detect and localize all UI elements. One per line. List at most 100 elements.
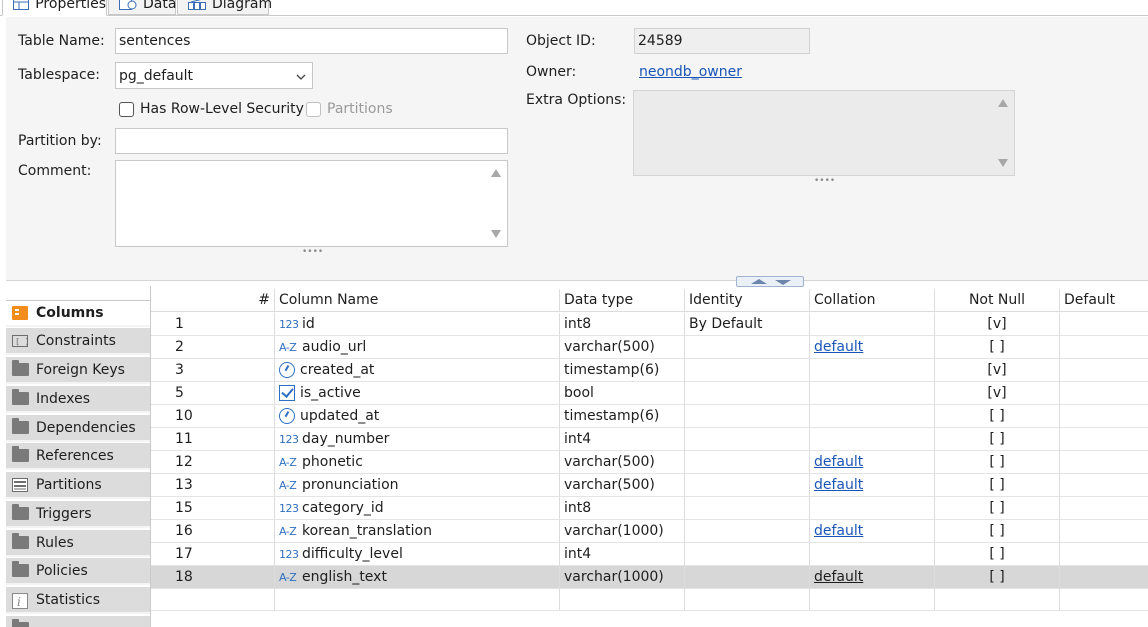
- sidebar-item-references[interactable]: References: [6, 443, 150, 470]
- column-name-cell[interactable]: created_at: [275, 359, 560, 382]
- sidebar-item-dependencies[interactable]: Dependencies: [6, 415, 150, 442]
- not-null-cell[interactable]: [ ]: [935, 520, 1060, 543]
- column-header-name[interactable]: Column Name: [275, 289, 560, 312]
- comment-textarea[interactable]: [115, 160, 508, 247]
- identity-cell[interactable]: [685, 405, 810, 428]
- column-header-default[interactable]: Default: [1060, 289, 1148, 312]
- collation-cell[interactable]: [810, 405, 935, 428]
- sidebar-item-rules[interactable]: Rules: [6, 530, 150, 557]
- default-cell[interactable]: [1060, 520, 1148, 543]
- resize-grip-icon[interactable]: ••••: [302, 247, 323, 257]
- tab-properties[interactable]: Properties: [2, 0, 107, 16]
- table-row[interactable]: 5 is_active bool [v]: [151, 382, 1148, 405]
- scroll-up-icon[interactable]: [491, 169, 501, 177]
- default-cell[interactable]: [1060, 474, 1148, 497]
- data-type-cell[interactable]: varchar(1000): [560, 566, 685, 589]
- default-cell[interactable]: [1060, 382, 1148, 405]
- owner-link[interactable]: neondb_owner: [639, 64, 742, 80]
- identity-cell[interactable]: [685, 543, 810, 566]
- not-null-cell[interactable]: [ ]: [935, 543, 1060, 566]
- collation-cell[interactable]: [810, 359, 935, 382]
- row-number-cell[interactable]: 3: [151, 359, 275, 382]
- sidebar-item-partitions[interactable]: Partitions: [6, 472, 150, 499]
- collation-link[interactable]: default: [814, 477, 863, 493]
- sidebar-item-indexes[interactable]: Indexes: [6, 386, 150, 413]
- collation-cell[interactable]: default: [810, 336, 935, 359]
- default-cell[interactable]: [1060, 497, 1148, 520]
- data-type-cell[interactable]: varchar(500): [560, 474, 685, 497]
- sidebar-item-more[interactable]: [6, 616, 150, 627]
- row-number-cell[interactable]: 11: [151, 428, 275, 451]
- identity-cell[interactable]: [685, 382, 810, 405]
- table-row[interactable]: 17 123 difficulty_level int4[ ]: [151, 543, 1148, 566]
- collation-cell[interactable]: default: [810, 566, 935, 589]
- sidebar-item-policies[interactable]: Policies: [6, 558, 150, 585]
- column-header-number[interactable]: #: [151, 289, 275, 312]
- scroll-down-icon[interactable]: [491, 230, 501, 238]
- data-type-cell[interactable]: varchar(500): [560, 451, 685, 474]
- column-name-cell[interactable]: 123 day_number: [275, 428, 560, 451]
- partition-by-input[interactable]: [115, 128, 508, 154]
- default-cell[interactable]: [1060, 405, 1148, 428]
- identity-cell[interactable]: [685, 566, 810, 589]
- column-name-cell[interactable]: 123 category_id: [275, 497, 560, 520]
- column-name-cell[interactable]: updated_at: [275, 405, 560, 428]
- data-type-cell[interactable]: varchar(1000): [560, 520, 685, 543]
- column-header-not-null[interactable]: Not Null: [935, 289, 1060, 312]
- column-name-cell[interactable]: A-Z korean_translation: [275, 520, 560, 543]
- tablespace-select[interactable]: pg_default: [115, 62, 313, 89]
- table-row[interactable]: 1 123 id int8 By Default [v]: [151, 313, 1148, 336]
- partitions-checkbox[interactable]: Partitions: [306, 101, 393, 117]
- not-null-cell[interactable]: [ ]: [935, 451, 1060, 474]
- row-number-cell[interactable]: 5: [151, 382, 275, 405]
- collation-cell[interactable]: default: [810, 520, 935, 543]
- row-number-cell[interactable]: 15: [151, 497, 275, 520]
- resize-grip-icon[interactable]: ••••: [814, 176, 835, 186]
- row-number-cell[interactable]: 2: [151, 336, 275, 359]
- data-type-cell[interactable]: int4: [560, 543, 685, 566]
- column-name-cell[interactable]: 123 id: [275, 313, 560, 336]
- data-type-cell[interactable]: timestamp(6): [560, 405, 685, 428]
- collapse-up-icon[interactable]: [751, 279, 767, 284]
- collation-link[interactable]: default: [814, 569, 863, 585]
- table-row[interactable]: 13 A-Z pronunciation varchar(500) default [ ]: [151, 474, 1148, 497]
- not-null-cell[interactable]: [ ]: [935, 566, 1060, 589]
- column-name-cell[interactable]: A-Z phonetic: [275, 451, 560, 474]
- column-header-identity[interactable]: Identity: [685, 289, 810, 312]
- not-null-cell[interactable]: [ ]: [935, 428, 1060, 451]
- column-name-cell[interactable]: A-Z audio_url: [275, 336, 560, 359]
- not-null-cell[interactable]: [v]: [935, 382, 1060, 405]
- identity-cell[interactable]: [685, 520, 810, 543]
- table-row[interactable]: 15 123 category_id int8[ ]: [151, 497, 1148, 520]
- table-row[interactable]: 12 A-Z phonetic varchar(500) default [ ]: [151, 451, 1148, 474]
- collapse-down-icon[interactable]: [775, 280, 791, 285]
- panel-splitter[interactable]: [736, 276, 804, 287]
- table-row[interactable]: 3 created_at timestamp(6) [v]: [151, 359, 1148, 382]
- default-cell[interactable]: [1060, 359, 1148, 382]
- row-number-cell[interactable]: 10: [151, 405, 275, 428]
- data-type-cell[interactable]: timestamp(6): [560, 359, 685, 382]
- data-type-cell[interactable]: bool: [560, 382, 685, 405]
- row-number-cell[interactable]: 13: [151, 474, 275, 497]
- table-row[interactable]: 18 A-Z english_text varchar(1000) default [ ]: [151, 566, 1148, 589]
- column-header-data-type[interactable]: Data type: [560, 289, 685, 312]
- not-null-cell[interactable]: [ ]: [935, 405, 1060, 428]
- collation-cell[interactable]: default: [810, 451, 935, 474]
- default-cell[interactable]: [1060, 313, 1148, 336]
- identity-cell[interactable]: [685, 336, 810, 359]
- sidebar-item-constraints[interactable]: [ ] Constraints: [6, 328, 150, 355]
- collation-link[interactable]: default: [814, 454, 863, 470]
- column-name-cell[interactable]: 123 difficulty_level: [275, 543, 560, 566]
- collation-cell[interactable]: [810, 497, 935, 520]
- collation-link[interactable]: default: [814, 523, 863, 539]
- column-name-cell[interactable]: A-Z english_text: [275, 566, 560, 589]
- collation-cell[interactable]: [810, 382, 935, 405]
- collation-link[interactable]: default: [814, 339, 863, 355]
- not-null-cell[interactable]: [ ]: [935, 336, 1060, 359]
- table-name-input[interactable]: sentences: [115, 28, 508, 54]
- row-number-cell[interactable]: 16: [151, 520, 275, 543]
- not-null-cell[interactable]: [ ]: [935, 474, 1060, 497]
- collation-cell[interactable]: default: [810, 474, 935, 497]
- sidebar-item-foreign-keys[interactable]: Foreign Keys: [6, 357, 150, 384]
- default-cell[interactable]: [1060, 336, 1148, 359]
